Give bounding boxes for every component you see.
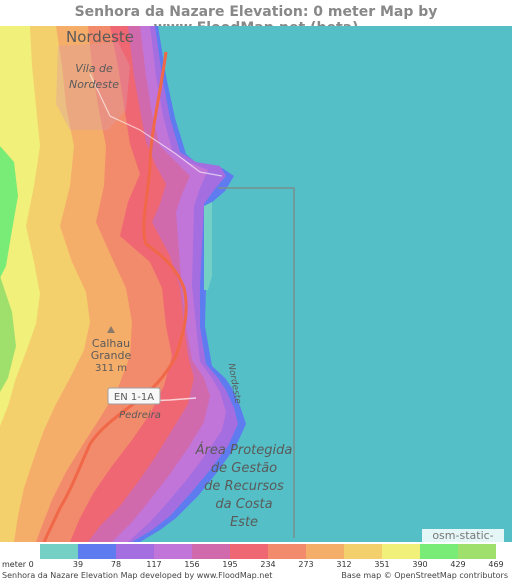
label-grande: Grande <box>91 349 132 362</box>
flood-map-page: Senhora da Nazare Elevation: 0 meter Map… <box>0 0 512 582</box>
legend-swatch <box>154 544 192 559</box>
legend-tick: 234 <box>260 560 276 569</box>
legend-swatch <box>306 544 344 559</box>
label-road-shield: EN 1-1A <box>114 392 154 403</box>
legend-color-bar <box>0 542 512 560</box>
map-canvas[interactable]: Nordeste Vila de Nordeste Calhau Grande … <box>0 26 512 542</box>
coastal-strip-0-39 <box>204 202 212 290</box>
label-vila-nordeste: Nordeste <box>69 78 119 91</box>
legend-tick: 39 <box>72 560 84 569</box>
legend-swatch <box>268 544 306 559</box>
footer: Senhora da Nazare Elevation Map develope… <box>0 571 512 582</box>
label-area-line1: Área Protegida <box>195 442 293 458</box>
footer-basemap-credit: Base map © OpenStreetMap contributors <box>341 571 508 580</box>
legend-swatch <box>344 544 382 559</box>
label-area-line5: Este <box>230 515 258 530</box>
legend-tick: 390 <box>412 560 428 569</box>
legend-swatch <box>40 544 78 559</box>
legend-tick: 273 <box>298 560 314 569</box>
legend-swatch <box>382 544 420 559</box>
label-pedreira: Pedreira <box>119 410 161 421</box>
legend-tick: 469 <box>488 560 504 569</box>
label-nordeste-town: Nordeste <box>66 28 134 46</box>
legend-swatch <box>78 544 116 559</box>
legend-tick: 195 <box>222 560 238 569</box>
label-calhau-elevation: 311 m <box>95 363 127 374</box>
legend-tick: 156 <box>184 560 200 569</box>
legend-tick: 429 <box>450 560 466 569</box>
label-area-line4: da Costa <box>215 497 272 512</box>
legend-tick: 312 <box>336 560 352 569</box>
legend-swatch <box>230 544 268 559</box>
footer-credit: Senhora da Nazare Elevation Map develope… <box>2 571 273 580</box>
legend-tick: 351 <box>374 560 390 569</box>
legend-tick: 117 <box>146 560 162 569</box>
label-vila-de: Vila de <box>75 62 113 75</box>
title-bar: Senhora da Nazare Elevation: 0 meter Map… <box>0 0 512 36</box>
elevation-map[interactable]: Nordeste Vila de Nordeste Calhau Grande … <box>0 26 512 542</box>
label-area-line2: de Gestão <box>211 461 277 476</box>
label-area-line3: de Recursos <box>204 479 284 494</box>
legend-swatch <box>458 544 496 559</box>
legend-swatch <box>116 544 154 559</box>
legend-tick: 78 <box>110 560 122 569</box>
legend-unit-label: meter 0 <box>2 560 34 569</box>
legend-labels: meter 0 39 78 117 156 195 234 273 312 351 390 429 4… <box>0 560 512 571</box>
osm-static-maps-tag: osm-static-maps <box>422 529 504 556</box>
legend-swatch <box>420 544 458 559</box>
legend-swatch <box>192 544 230 559</box>
